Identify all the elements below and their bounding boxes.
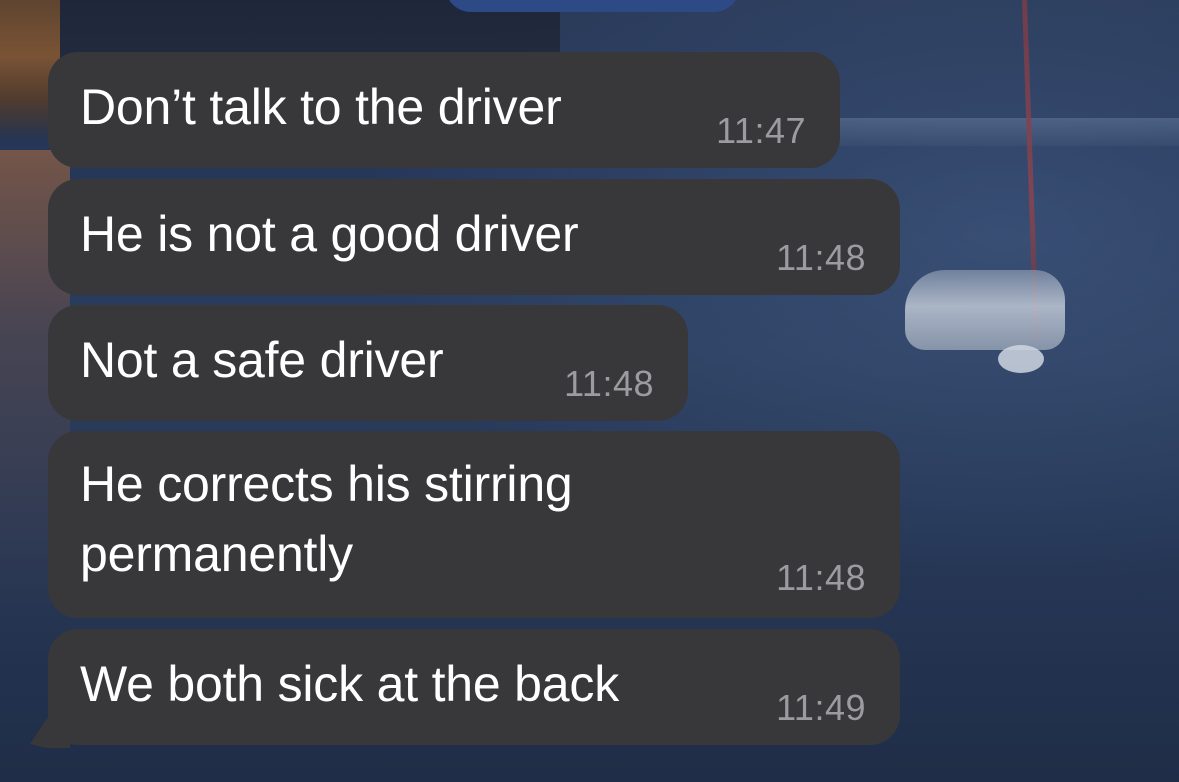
message-text: We both sick at the back (80, 656, 619, 712)
wallpaper-boat (905, 270, 1065, 350)
message-bubble[interactable]: We both sick at the back 11:49 (48, 629, 900, 745)
wallpaper-horizon (820, 118, 1179, 146)
message-bubble[interactable]: Not a safe driver 11:48 (48, 305, 688, 421)
message-text: Not a safe driver (80, 332, 444, 388)
message-bubble[interactable]: He is not a good driver 11:48 (48, 179, 900, 295)
message-timestamp: 11:49 (776, 687, 866, 728)
message-timestamp: 11:48 (776, 237, 866, 278)
wallpaper-buoy (998, 345, 1044, 373)
message-text: Don’t talk to the driver (80, 79, 562, 135)
message-bubble[interactable]: He corrects his stirring permanently 11:… (48, 431, 900, 618)
message-bubble[interactable]: Don’t talk to the driver 11:47 (48, 52, 840, 168)
message-text-line: He corrects his stirring (80, 456, 573, 512)
message-timestamp: 11:48 (564, 363, 654, 404)
message-text-line: permanently (80, 526, 353, 582)
outgoing-message-bubble-partial[interactable] (445, 0, 740, 12)
message-timestamp: 11:48 (776, 557, 866, 598)
message-text: He is not a good driver (80, 206, 579, 262)
message-timestamp: 11:47 (716, 110, 806, 151)
